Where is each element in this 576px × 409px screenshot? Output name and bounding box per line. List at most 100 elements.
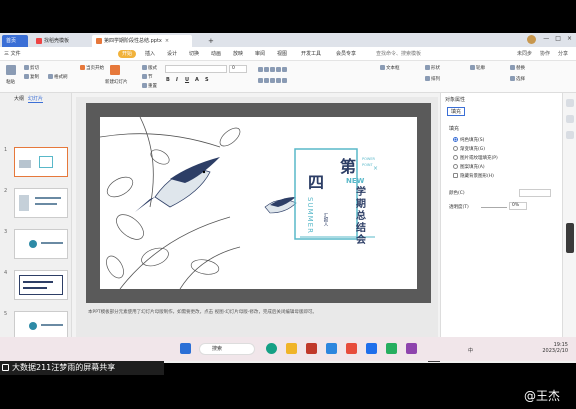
font-name-select[interactable] <box>165 65 227 73</box>
properties-icon[interactable] <box>566 99 574 107</box>
radio-icon <box>453 155 458 160</box>
tab-outline[interactable]: 大纲 <box>14 96 24 102</box>
new-tab-button[interactable]: + <box>204 35 214 47</box>
section-button[interactable]: 节 <box>142 74 153 80</box>
format-painter-label: 格式刷 <box>54 75 68 80</box>
shape-style-icon[interactable] <box>566 115 574 123</box>
thumbnail-slide[interactable] <box>14 147 68 177</box>
share-button[interactable]: 分享 <box>558 51 568 57</box>
editing-canvas[interactable]: 第 四 POWER POINT NEW 学期总结会 SUMMER 汇报人 × 本… <box>76 97 438 349</box>
menu-animation[interactable]: 动画 <box>211 50 221 57</box>
layout-button[interactable]: 版式 <box>142 65 157 71</box>
menu-developer[interactable]: 开发工具 <box>301 50 321 57</box>
thumbnail-item[interactable]: 2 <box>4 188 68 220</box>
maximize-icon[interactable]: □ <box>555 35 561 42</box>
color-label: 颜色(C) <box>449 191 465 196</box>
app-icon[interactable] <box>406 343 417 354</box>
select-button[interactable]: 选择 <box>510 76 525 82</box>
paste-button[interactable] <box>6 65 17 75</box>
solid-fill-option[interactable]: 纯色填充(S) <box>453 137 484 143</box>
cut-label: 剪切 <box>30 66 39 71</box>
menu-view[interactable]: 视图 <box>277 50 287 57</box>
wps-icon[interactable] <box>306 343 317 354</box>
copy-button[interactable]: 复制 <box>24 74 39 80</box>
tab-template[interactable]: 找稻壳模板 <box>32 35 86 47</box>
italic-button[interactable]: I <box>176 77 178 83</box>
paragraph-tools[interactable] <box>258 67 288 73</box>
strikethrough-button[interactable]: S <box>205 77 209 83</box>
picture-fill-option[interactable]: 图片或纹理填充(P) <box>453 155 498 161</box>
tab-fill[interactable]: 填充 <box>447 107 466 116</box>
lang-indicator[interactable]: 中 <box>468 348 473 354</box>
file-menu[interactable]: 三 文件 <box>4 50 21 57</box>
start-icon[interactable] <box>180 343 191 354</box>
leaf <box>106 176 134 198</box>
select-icon <box>510 76 515 81</box>
sync-status[interactable]: 未同步 <box>517 51 532 57</box>
outline-button[interactable]: 轮廓 <box>470 65 485 71</box>
current-slide[interactable]: 第 四 POWER POINT NEW 学期总结会 SUMMER 汇报人 × <box>100 117 417 289</box>
avatar[interactable] <box>527 35 536 44</box>
menu-member[interactable]: 会员专享 <box>336 50 356 57</box>
bold-button[interactable]: B <box>166 77 170 83</box>
reset-button[interactable]: 重置 <box>142 83 157 89</box>
menu-start[interactable]: 开始 <box>118 50 137 58</box>
thumbnail-slide[interactable] <box>14 270 68 300</box>
animation-icon[interactable] <box>566 131 574 139</box>
transparency-slider[interactable] <box>481 207 507 208</box>
underline-button[interactable]: U <box>185 77 189 83</box>
arrange-button[interactable]: 排列 <box>425 76 440 82</box>
replace-button[interactable]: 替换 <box>510 65 525 71</box>
align-tools[interactable] <box>258 78 288 84</box>
thumbnail-item[interactable]: 3 <box>4 229 68 261</box>
leaf <box>106 255 124 279</box>
menu-design[interactable]: 设计 <box>167 50 177 57</box>
thumbnail-number: 1 <box>4 147 8 153</box>
shape-button[interactable]: 形状 <box>425 65 440 71</box>
color-select[interactable] <box>519 189 551 197</box>
pattern-fill-option[interactable]: 图案填充(A) <box>453 164 485 170</box>
folder-icon[interactable] <box>286 343 297 354</box>
thumbnail-item[interactable]: 1 <box>4 147 68 179</box>
meeting-icon[interactable] <box>366 343 377 354</box>
cut-button[interactable]: 剪切 <box>24 65 39 71</box>
edge-icon[interactable] <box>266 343 277 354</box>
hide-background-label: 隐藏背景图形(H) <box>460 174 494 179</box>
minimize-icon[interactable]: — <box>543 35 549 42</box>
chat-icon[interactable] <box>386 343 397 354</box>
tray-icons[interactable]: 中 <box>468 347 473 354</box>
notes-text[interactable]: 本PPT模板部分元素使用了幻灯片母版制作，如需要更改，点击 视图-幻灯片母版-修… <box>86 307 431 319</box>
menu-transition[interactable]: 切换 <box>189 50 199 57</box>
thumbnail-number: 3 <box>4 229 8 235</box>
font-color-button[interactable]: A <box>195 77 199 83</box>
format-painter-button[interactable]: 格式刷 <box>48 74 68 80</box>
side-toolbar <box>562 93 576 351</box>
thumbnail-slide[interactable] <box>14 188 68 218</box>
close-tab-icon[interactable]: × <box>165 38 169 44</box>
tab-slides[interactable]: 幻灯片 <box>28 96 44 103</box>
menu-slideshow[interactable]: 放映 <box>233 50 243 57</box>
command-search[interactable]: 查找命令、搜索模板 <box>376 50 421 57</box>
play-from-current-button[interactable]: 当页开始 <box>80 65 104 71</box>
hide-background-option[interactable]: 隐藏背景图形(H) <box>453 173 494 179</box>
menu-insert[interactable]: 插入 <box>145 50 155 57</box>
thumbnail-item[interactable]: 4 <box>4 270 68 302</box>
reset-label: 重置 <box>148 84 157 89</box>
pdf-icon[interactable] <box>346 343 357 354</box>
tab-home[interactable]: 首页 <box>2 35 28 47</box>
menu-review[interactable]: 审阅 <box>255 50 265 57</box>
collapse-icon[interactable] <box>566 223 574 253</box>
close-icon[interactable]: × <box>567 35 572 42</box>
taskbar-search[interactable]: 搜索 <box>199 343 255 355</box>
clock[interactable]: 19:15 2023/2/10 <box>542 342 568 354</box>
collaborate-button[interactable]: 协作 <box>540 51 550 57</box>
new-slide-button[interactable] <box>110 65 121 75</box>
font-size-select[interactable]: 0 <box>229 65 247 73</box>
gradient-fill-option[interactable]: 渐变填充(G) <box>453 146 485 152</box>
transparency-value[interactable]: 0% <box>509 202 527 210</box>
text-box-icon <box>380 65 385 70</box>
mail-icon[interactable] <box>326 343 337 354</box>
tab-document[interactable]: 第四学期阶段性总结.pptx × <box>92 35 192 47</box>
text-box-button[interactable]: 文本框 <box>380 65 400 71</box>
thumbnail-slide[interactable] <box>14 229 68 259</box>
